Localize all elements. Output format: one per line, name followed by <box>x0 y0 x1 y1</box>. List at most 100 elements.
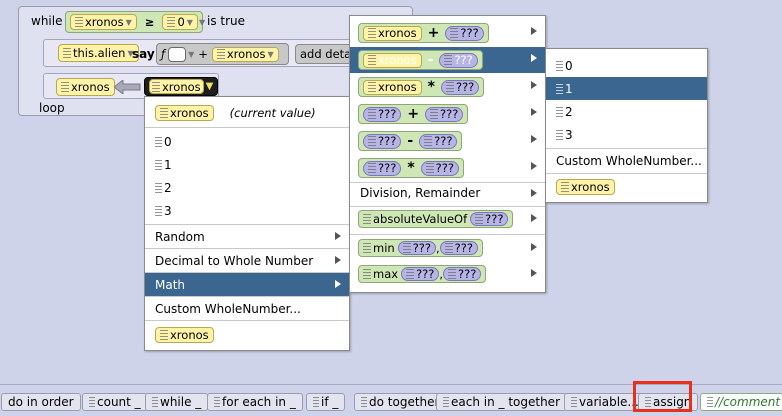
assign-value-tile[interactable]: xronos ▼ <box>144 77 219 96</box>
menu-item-0[interactable]: 0 <box>145 130 349 153</box>
menu-item-math-expr[interactable]: xronos -??? <box>350 47 545 73</box>
menu-item-0[interactable]: 0 <box>546 54 707 77</box>
number-label: 1 <box>565 81 573 96</box>
operator-label: + <box>407 106 420 122</box>
var-label: xronos <box>571 179 610 194</box>
grip-icon <box>313 397 319 407</box>
math-submenu[interactable]: xronos +??? xronos -??? xronos *?????? +??????… <box>349 15 546 293</box>
grip-icon <box>707 397 713 407</box>
menu-item-max[interactable]: max ??? , ??? <box>350 262 545 286</box>
while-condition[interactable]: xronos ▼ ≥ 0 ▼ <box>65 11 203 33</box>
menu-item-math[interactable]: Math <box>145 273 349 296</box>
each-in-together-block[interactable]: each in _ together <box>436 393 567 411</box>
grip-icon <box>155 136 162 147</box>
comment-block[interactable]: //comment <box>700 393 782 411</box>
menu-item-3[interactable]: 3 <box>145 199 349 222</box>
grip-icon <box>368 109 376 119</box>
operand-submenu[interactable]: 0 1 2 3 Custom WholeNumber... xronos <box>545 48 708 203</box>
block-label: do together <box>369 395 440 409</box>
math-expr-tile: ??? -??? <box>358 131 463 151</box>
do-in-order-block[interactable]: do in order <box>1 393 81 411</box>
menu-item-min[interactable]: min ??? , ??? <box>350 236 545 260</box>
text-slot[interactable] <box>168 46 187 62</box>
assign-target-tile[interactable]: xronos <box>56 78 115 96</box>
submenu-arrow-icon <box>531 214 537 222</box>
number-label: 2 <box>565 104 573 119</box>
menu-item-custom[interactable]: Custom WholeNumber... <box>145 297 349 320</box>
menu-item-3[interactable]: 3 <box>546 123 707 146</box>
grip-icon <box>75 17 83 27</box>
loop-label: loop <box>39 101 65 115</box>
do-together-block[interactable]: do together <box>354 393 447 411</box>
menu-item-current-value[interactable]: xronos (current value) <box>145 101 349 124</box>
grip-icon <box>363 269 371 279</box>
while-block-tile[interactable]: while _ <box>145 393 209 411</box>
say-argument[interactable]: ƒ ▼ + xronos ▼ <box>156 43 289 65</box>
assign-value-inner[interactable]: xronos <box>149 79 204 94</box>
for-each-in-block[interactable]: for each in _ <box>207 393 303 411</box>
math-expr-tile: ??? *??? <box>358 158 464 178</box>
left-operand: xronos <box>363 79 422 95</box>
right-operand-label: ??? <box>455 80 475 94</box>
if-block[interactable]: if _ <box>306 393 346 411</box>
grip-icon <box>368 82 376 92</box>
menu-item-2[interactable]: 2 <box>145 176 349 199</box>
compare-value-tile[interactable]: 0 ▼ <box>162 14 198 30</box>
menu-item-var[interactable]: xronos <box>546 175 707 198</box>
left-operand: ??? <box>363 160 402 176</box>
grip-icon <box>556 60 563 71</box>
menu-item-2[interactable]: 2 <box>546 100 707 123</box>
left-operand-label: ??? <box>378 134 397 148</box>
right-operand-label: ??? <box>435 161 454 175</box>
menu-item-custom[interactable]: Custom WholeNumber... <box>546 149 707 172</box>
count-block[interactable]: count _ <box>82 393 148 411</box>
right-operand-label: ??? <box>454 53 473 67</box>
dropdown-icon: ▼ <box>267 49 274 59</box>
submenu-arrow-icon <box>531 54 537 62</box>
condition-dropdown-icon[interactable]: ▼ <box>199 18 205 27</box>
menu-item-random[interactable]: Random <box>145 225 349 248</box>
menu-item-decimal[interactable]: Decimal to Whole Number <box>145 249 349 272</box>
number-label: 0 <box>164 134 172 149</box>
this-alien-tile[interactable]: this.alien ▼ <box>58 44 139 62</box>
menu-item-var[interactable]: xronos <box>145 323 349 346</box>
right-operand: ??? <box>445 25 484 41</box>
grip-icon <box>406 269 415 279</box>
menu-item-abs[interactable]: absoluteValueOf ??? <box>350 207 545 231</box>
grip-icon <box>368 163 376 173</box>
math-expr-tile: xronos +??? <box>358 23 489 43</box>
while-var-label: xronos <box>85 15 124 29</box>
menu-item-math-expr[interactable]: ??? -??? <box>350 128 545 154</box>
menu-item-math-expr[interactable]: ??? *??? <box>350 155 545 181</box>
block-label: count _ <box>97 395 141 409</box>
grip-icon <box>167 17 176 27</box>
submenu-arrow-icon <box>531 135 537 143</box>
menu-item-math-expr[interactable]: xronos *??? <box>350 74 545 100</box>
value-menu[interactable]: xronos (current value) 0 1 2 3 Random De… <box>144 96 350 351</box>
arg-label: ??? <box>458 267 477 281</box>
grip-icon <box>444 55 453 65</box>
say-var-tile[interactable]: xronos ▼ <box>211 46 279 62</box>
var-tile: xronos <box>556 178 615 195</box>
grip-icon <box>155 182 162 193</box>
function-icon: ƒ <box>161 47 166 61</box>
add-detail-label: add detai <box>300 47 355 61</box>
grip-icon <box>61 82 69 92</box>
compare-operator[interactable]: ≥ <box>145 15 155 29</box>
grip-icon <box>556 83 563 94</box>
menu-item-math-expr[interactable]: ??? +??? <box>350 101 545 127</box>
say-var-label: xronos <box>226 47 266 61</box>
menu-item-math-expr[interactable]: xronos +??? <box>350 20 545 46</box>
menu-item-division[interactable]: Division, Remainder <box>350 182 545 204</box>
while-var-tile[interactable]: xronos ▼ <box>70 14 137 30</box>
custom-label: Custom WholeNumber... <box>155 301 301 316</box>
arg-slot: ??? <box>470 212 509 226</box>
number-label: 0 <box>565 58 573 73</box>
separator <box>546 173 707 174</box>
menu-item-1[interactable]: 1 <box>546 77 707 100</box>
left-operand-label: xronos <box>378 53 417 67</box>
menu-item-1[interactable]: 1 <box>145 153 349 176</box>
is-true-label: is true <box>207 14 246 28</box>
dropdown-icon: ▼ <box>205 81 214 92</box>
submenu-arrow-icon <box>335 232 341 240</box>
